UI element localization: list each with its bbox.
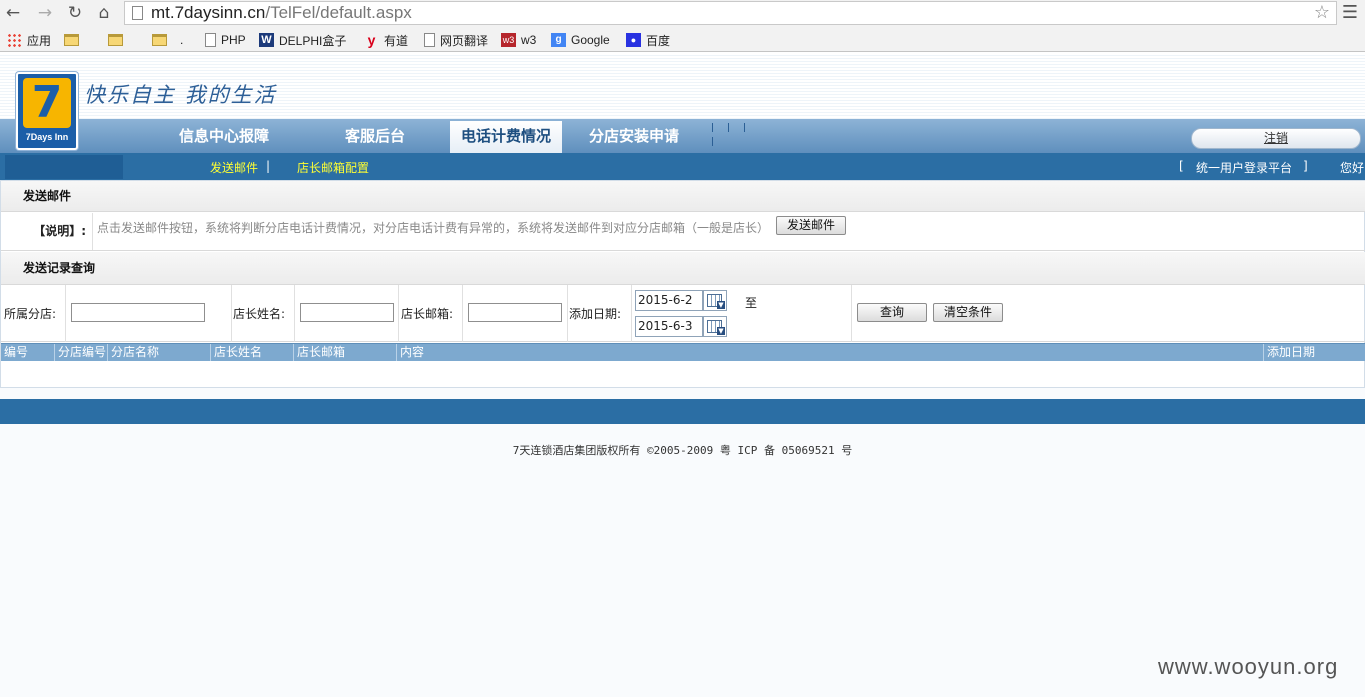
main-nav: 信息中心报障 客服后台 电话计费情况 分店安装申请	[0, 119, 1365, 153]
results-grid-header: 编号 分店编号 分店名称 店长姓名 店长邮箱 内容 添加日期	[1, 343, 1365, 361]
youdao-icon: y	[367, 32, 376, 48]
bracket-right: ]	[1303, 159, 1308, 173]
nav-separators	[712, 121, 772, 146]
page-icon	[132, 6, 143, 20]
column-header[interactable]: 分店编号	[54, 344, 106, 361]
column-header[interactable]: 分店名称	[107, 344, 159, 361]
to-label: 至	[745, 296, 758, 310]
section-title-send-mail: 发送邮件	[1, 181, 1365, 212]
description-row: 【说明】: 点击发送邮件按钮，系统将判断分店电话计费情况，对分店电话计费有异常的…	[1, 213, 1365, 251]
logo-text: 7Days Inn	[25, 132, 69, 142]
branch-label: 所属分店:	[4, 307, 57, 321]
bookmark-youdao[interactable]: y 有道	[364, 31, 408, 49]
bookmark-google[interactable]: g Google	[551, 31, 610, 49]
date-to-input[interactable]: 2015-6-3	[635, 316, 703, 337]
google-icon: g	[551, 33, 566, 47]
tab-info-center[interactable]: 信息中心报障	[168, 119, 280, 153]
description-label: 【说明】:	[1, 213, 93, 250]
logout-button[interactable]: 注销	[1191, 128, 1361, 149]
greeting: 您好	[1340, 161, 1365, 175]
url-text: mt.7daysinn.cn/TelFel/default.aspx	[151, 3, 412, 22]
manager-email-label: 店长邮箱:	[401, 307, 454, 321]
apps-icon	[7, 33, 22, 47]
calendar-icon[interactable]: ▼	[703, 290, 727, 311]
cell-divider	[567, 285, 568, 342]
browser-toolbar: ← → ↻ ⌂ mt.7daysinn.cn/TelFel/default.as…	[0, 0, 1365, 27]
forward-icon[interactable]: →	[34, 3, 56, 23]
delphi-icon: W	[259, 33, 274, 47]
unified-login-link[interactable]: 统一用户登录平台	[1196, 159, 1292, 176]
manager-name-input[interactable]	[300, 303, 394, 322]
subnav-send-mail[interactable]: 发送邮件	[210, 159, 258, 176]
logo[interactable]: 7 7Days Inn	[16, 72, 78, 150]
baidu-icon: ●	[626, 33, 641, 47]
manager-name-label: 店长姓名:	[233, 307, 286, 321]
subnav-separator: |	[266, 159, 271, 173]
send-mail-button[interactable]: 发送邮件	[776, 216, 846, 235]
section-title-query: 发送记录查询	[1, 252, 1365, 285]
slogan: 快乐自主 我的生活	[84, 83, 277, 107]
query-button[interactable]: 查询	[857, 303, 927, 322]
cell-divider	[294, 285, 295, 342]
tab-customer-service[interactable]: 客服后台	[320, 119, 430, 153]
description-text: 点击发送邮件按钮，系统将判断分店电话计费情况，对分店电话计费有异常的，系统将发送…	[97, 221, 770, 235]
column-header[interactable]: 内容	[396, 344, 424, 361]
home-icon[interactable]: ⌂	[93, 3, 115, 23]
bookmark-star-icon[interactable]: ☆	[1314, 2, 1330, 23]
cell-divider	[398, 285, 399, 342]
add-date-label: 添加日期:	[569, 307, 622, 321]
column-header[interactable]: 添加日期	[1263, 344, 1315, 361]
address-bar[interactable]: mt.7daysinn.cn/TelFel/default.aspx ☆	[124, 1, 1337, 25]
bookmark-apps[interactable]: 应用	[7, 31, 51, 49]
cell-divider	[631, 285, 632, 342]
bookmark-delphi[interactable]: W DELPHI盒子	[259, 31, 346, 49]
calendar-icon[interactable]: ▼	[703, 316, 727, 337]
bookmark-baidu[interactable]: ● 百度	[626, 31, 670, 49]
cell-divider	[851, 285, 852, 342]
tab-branch-install[interactable]: 分店安装申请	[578, 119, 690, 153]
column-header[interactable]: 编号	[1, 344, 28, 361]
logo-number: 7	[23, 78, 71, 128]
column-header[interactable]: 店长邮箱	[293, 344, 345, 361]
manager-email-input[interactable]	[468, 303, 562, 322]
content-panel: 发送邮件 【说明】: 点击发送邮件按钮，系统将判断分店电话计费情况，对分店电话计…	[0, 180, 1365, 388]
branch-input[interactable]	[71, 303, 205, 322]
sub-nav: 发送邮件 | 店长邮箱配置 [ 统一用户登录平台 ] 您好	[0, 153, 1365, 180]
cell-divider	[462, 285, 463, 342]
subnav-left-block	[5, 155, 123, 179]
filter-row: 所属分店: 店长姓名: 店长邮箱: 添加日期: 2015-6-2 ▼ 至 201…	[1, 285, 1365, 342]
folder-icon	[108, 34, 123, 46]
w3-icon: w3	[501, 33, 516, 47]
bracket-left: [	[1179, 159, 1184, 173]
column-header[interactable]: 店长姓名	[210, 344, 262, 361]
bookmark-folder-1[interactable]	[64, 31, 84, 49]
copyright: 7天连锁酒店集团版权所有 ©2005-2009 粤 ICP 备 05069521…	[512, 444, 853, 457]
bookmark-w3[interactable]: w3 w3	[501, 31, 536, 49]
bookmark-translate[interactable]: 网页翻译	[424, 31, 488, 49]
cell-divider	[231, 285, 232, 342]
menu-icon[interactable]: ☰	[1339, 2, 1361, 23]
tab-phone-billing[interactable]: 电话计费情况	[450, 121, 562, 153]
bookmark-php[interactable]: PHP	[205, 31, 246, 49]
folder-icon	[64, 34, 79, 46]
page-icon	[424, 33, 435, 47]
folder-icon	[152, 34, 167, 46]
back-icon[interactable]: ←	[2, 3, 24, 23]
clear-button[interactable]: 清空条件	[933, 303, 1003, 322]
bookmark-folder-3[interactable]: .	[152, 31, 183, 49]
page-icon	[205, 33, 216, 47]
cell-divider	[65, 285, 66, 342]
page: 信息中心报障 客服后台 电话计费情况 分店安装申请 注销 7 7Days Inn…	[0, 53, 1365, 697]
watermark: www.wooyun.org	[1158, 654, 1339, 679]
bookmark-folder-2[interactable]	[108, 31, 128, 49]
date-from-input[interactable]: 2015-6-2	[635, 290, 703, 311]
footer-bar	[0, 399, 1365, 424]
subnav-mailbox-config[interactable]: 店长邮箱配置	[297, 159, 369, 176]
reload-icon[interactable]: ↻	[64, 3, 86, 23]
bookmarks-bar: 应用 . PHP W DELPHI盒子 y 有道 网页翻译 w3 w3 g Google…	[0, 27, 1365, 52]
